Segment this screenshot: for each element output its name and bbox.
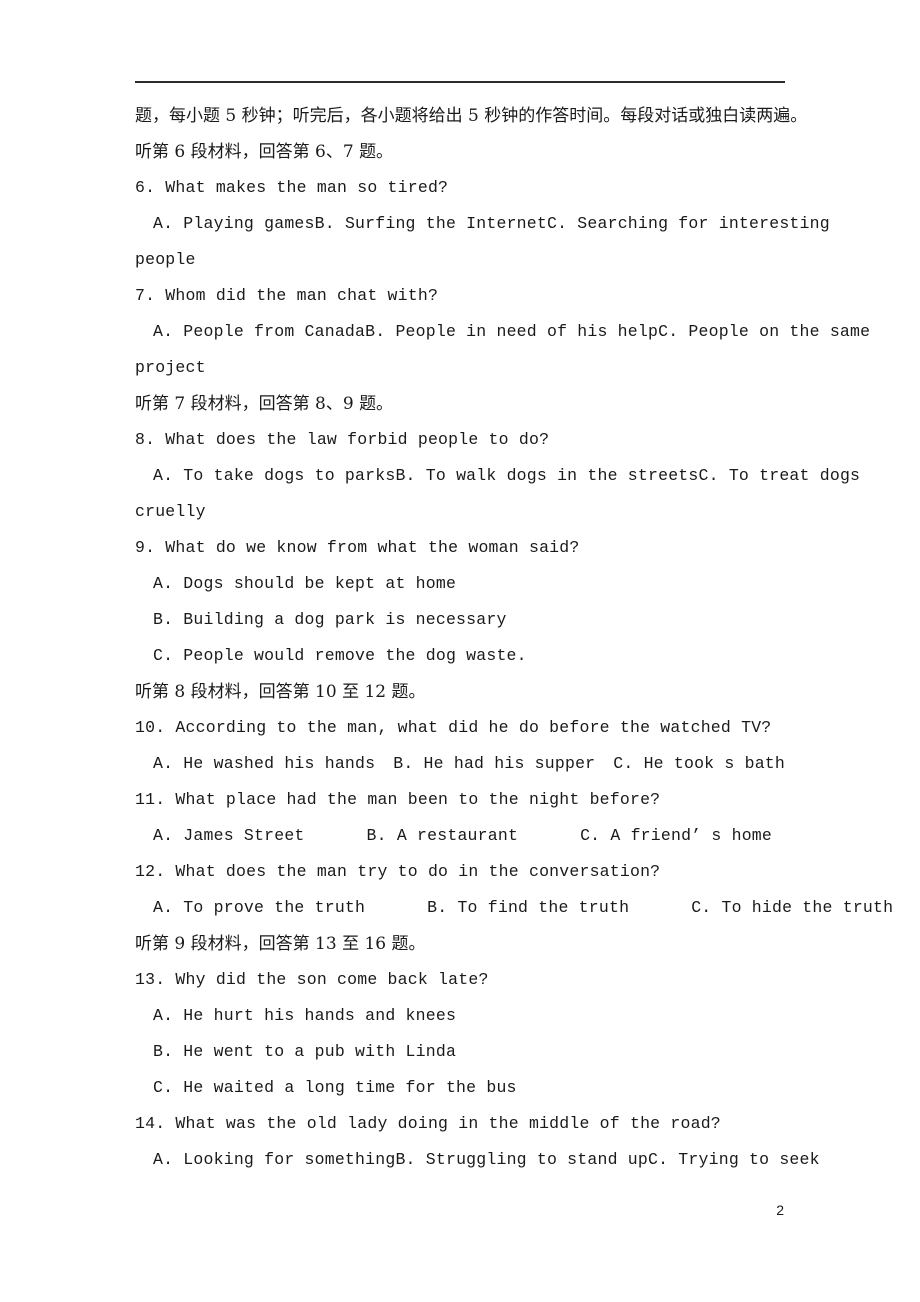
option-row: A. Looking for something B. Struggling t…	[153, 1142, 820, 1178]
option-a[interactable]: A. To prove the truth	[153, 890, 365, 926]
option-row: A. To prove the truth B. To find the tru…	[153, 890, 893, 926]
question-options-8: A. To take dogs to parks B. To walk dogs…	[135, 458, 860, 494]
option-row: A. People from Canada B. People in need …	[153, 314, 870, 350]
question-stem-9: 9. What do we know from what the woman s…	[135, 538, 580, 557]
question-stem-12: 12. What does the man try to do in the c…	[135, 862, 661, 881]
question-options-11: A. James Street B. A restaurant C. A fri…	[135, 818, 785, 854]
option-b[interactable]: B. Struggling to stand up	[395, 1142, 648, 1178]
section-heading-13-16: 听第 9 段材料，回答第 13 至 16 题。	[135, 934, 426, 954]
option-row: A. James Street B. A restaurant C. A fri…	[153, 818, 772, 854]
option-b[interactable]: B. Surfing the Internet	[315, 206, 547, 242]
option-c[interactable]: C. People on the same	[658, 314, 870, 350]
option-row: A. To take dogs to parks B. To walk dogs…	[153, 458, 860, 494]
page-content: 题，每小题 5 秒钟；听完后，各小题将给出 5 秒钟的作答时间。每段对话或独白读…	[135, 98, 893, 1178]
option-wrap-8: cruelly	[135, 502, 206, 521]
option-b[interactable]: B. He had his supper	[393, 746, 595, 782]
option-c[interactable]: C. To hide the truth	[691, 890, 893, 926]
option-wrap-7: project	[135, 358, 206, 377]
option-b[interactable]: B. Building a dog park is necessary	[153, 610, 507, 629]
section-heading-6-7: 听第 6 段材料，回答第 6、7 题。	[135, 142, 394, 162]
question-stem-6: 6. What makes the man so tired?	[135, 178, 449, 197]
option-c[interactable]: C. He waited a long time for the bus	[153, 1078, 517, 1097]
section-heading-10-12: 听第 8 段材料，回答第 10 至 12 题。	[135, 682, 426, 702]
question-stem-14: 14. What was the old lady doing in the m…	[135, 1114, 721, 1133]
option-b[interactable]: B. He went to a pub with Linda	[153, 1042, 456, 1061]
option-a[interactable]: A. Dogs should be kept at home	[153, 574, 456, 593]
option-b[interactable]: B. To walk dogs in the streets	[395, 458, 698, 494]
question-stem-8: 8. What does the law forbid people to do…	[135, 430, 550, 449]
option-b[interactable]: B. To find the truth	[427, 890, 629, 926]
option-b[interactable]: B. A restaurant	[367, 818, 519, 854]
option-a[interactable]: A. He washed his hands	[153, 746, 375, 782]
option-b[interactable]: B. People in need of his help	[365, 314, 658, 350]
question-stem-11: 11. What place had the man been to the n…	[135, 790, 661, 809]
option-c[interactable]: C. Searching for interesting	[547, 206, 830, 242]
option-a[interactable]: A. Playing games	[153, 206, 315, 242]
option-wrap-6: people	[135, 250, 196, 269]
question-option-13-a: A. He hurt his hands and knees	[135, 998, 785, 1034]
page-number: 2	[776, 1202, 784, 1218]
question-stem-7: 7. Whom did the man chat with?	[135, 286, 439, 305]
option-c[interactable]: C. To treat dogs	[699, 458, 861, 494]
option-a[interactable]: A. People from Canada	[153, 314, 365, 350]
option-row: A. He washed his hands B. He had his sup…	[153, 746, 785, 782]
question-options-7: A. People from Canada B. People in need …	[135, 314, 870, 350]
question-stem-13: 13. Why did the son come back late?	[135, 970, 489, 989]
question-option-13-b: B. He went to a pub with Linda	[135, 1034, 785, 1070]
question-option-13-c: C. He waited a long time for the bus	[135, 1070, 785, 1106]
instruction-continuation-line: 题，每小题 5 秒钟；听完后，各小题将给出 5 秒钟的作答时间。每段对话或独白读…	[135, 106, 808, 126]
question-stem-10: 10. According to the man, what did he do…	[135, 718, 772, 737]
header-rule-divider	[135, 81, 785, 83]
option-a[interactable]: A. He hurt his hands and knees	[153, 1006, 456, 1025]
question-options-10: A. He washed his hands B. He had his sup…	[135, 746, 785, 782]
option-a[interactable]: A. James Street	[153, 818, 305, 854]
option-a[interactable]: A. Looking for something	[153, 1142, 395, 1178]
question-options-6: A. Playing games B. Surfing the Internet…	[135, 206, 830, 242]
question-option-9-c: C. People would remove the dog waste.	[135, 638, 785, 674]
option-c[interactable]: C. People would remove the dog waste.	[153, 646, 527, 665]
question-option-9-b: B. Building a dog park is necessary	[135, 602, 785, 638]
question-options-12: A. To prove the truth B. To find the tru…	[135, 890, 893, 926]
question-option-9-a: A. Dogs should be kept at home	[135, 566, 785, 602]
section-heading-8-9: 听第 7 段材料，回答第 8、9 题。	[135, 394, 394, 414]
option-a[interactable]: A. To take dogs to parks	[153, 458, 395, 494]
option-row: A. Playing games B. Surfing the Internet…	[153, 206, 830, 242]
option-c[interactable]: C. A friend’ s home	[580, 818, 772, 854]
option-c[interactable]: C. He took s bath	[613, 746, 785, 782]
exam-page: 题，每小题 5 秒钟；听完后，各小题将给出 5 秒钟的作答时间。每段对话或独白读…	[0, 0, 920, 1302]
option-c[interactable]: C. Trying to seek	[648, 1142, 820, 1178]
question-options-14: A. Looking for something B. Struggling t…	[135, 1142, 820, 1178]
